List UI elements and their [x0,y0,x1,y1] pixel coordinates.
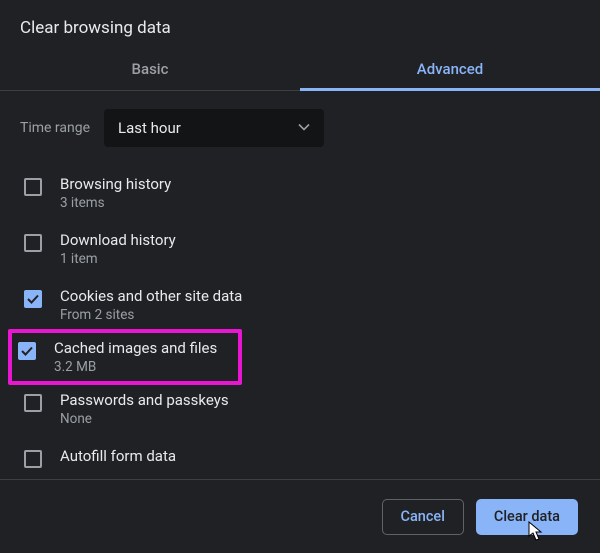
list-item-text: Passwords and passkeys None [60,391,229,427]
list-item-title: Cached images and files [54,339,217,357]
time-range-select[interactable]: Last hour [104,109,324,147]
list-item-title: Passwords and passkeys [60,391,229,409]
checkbox-autofill[interactable] [24,450,42,468]
list-item-title: Browsing history [60,175,171,193]
list-item-title: Autofill form data [60,447,176,465]
list-item-text: Cached images and files 3.2 MB [54,339,217,375]
clear-data-button[interactable]: Clear data [476,499,578,535]
dialog-footer: Cancel Clear data [0,479,600,553]
data-type-list: Browsing history 3 items Download histor… [0,165,600,479]
tab-bar: Basic Advanced [0,46,600,91]
list-item[interactable]: Passwords and passkeys None [18,381,592,437]
checkbox-cached-images[interactable] [18,342,36,360]
list-item-title: Download history [60,231,176,249]
chevron-down-icon [298,119,310,137]
checkbox-cookies[interactable] [24,290,42,308]
list-item-text: Autofill form data [60,447,176,465]
list-item[interactable]: Download history 1 item [18,221,592,277]
list-item-subtitle: From 2 sites [60,307,242,323]
list-item-subtitle: None [60,411,229,427]
time-range-value: Last hour [118,119,181,137]
list-item[interactable]: Autofill form data [18,437,592,468]
list-item-text: Cookies and other site data From 2 sites [60,287,242,323]
checkbox-passwords[interactable] [24,394,42,412]
time-range-row: Time range Last hour [0,91,600,165]
tab-basic[interactable]: Basic [0,46,300,91]
list-item-subtitle: 1 item [60,251,176,267]
list-item-subtitle: 3 items [60,195,171,211]
cancel-button[interactable]: Cancel [382,499,464,535]
tab-advanced[interactable]: Advanced [300,46,600,91]
clear-browsing-data-dialog: Clear browsing data Basic Advanced Time … [0,0,600,553]
list-item[interactable]: Cookies and other site data From 2 sites [18,277,592,333]
list-item[interactable]: Browsing history 3 items [18,165,592,221]
dialog-title: Clear browsing data [0,0,600,46]
time-range-label: Time range [20,120,90,136]
list-item-title: Cookies and other site data [60,287,242,305]
list-item-text: Download history 1 item [60,231,176,267]
list-item-cached-highlighted[interactable]: Cached images and files 3.2 MB [8,329,242,385]
checkbox-browsing-history[interactable] [24,178,42,196]
list-item-subtitle: 3.2 MB [54,359,217,375]
checkbox-download-history[interactable] [24,234,42,252]
list-item-text: Browsing history 3 items [60,175,171,211]
